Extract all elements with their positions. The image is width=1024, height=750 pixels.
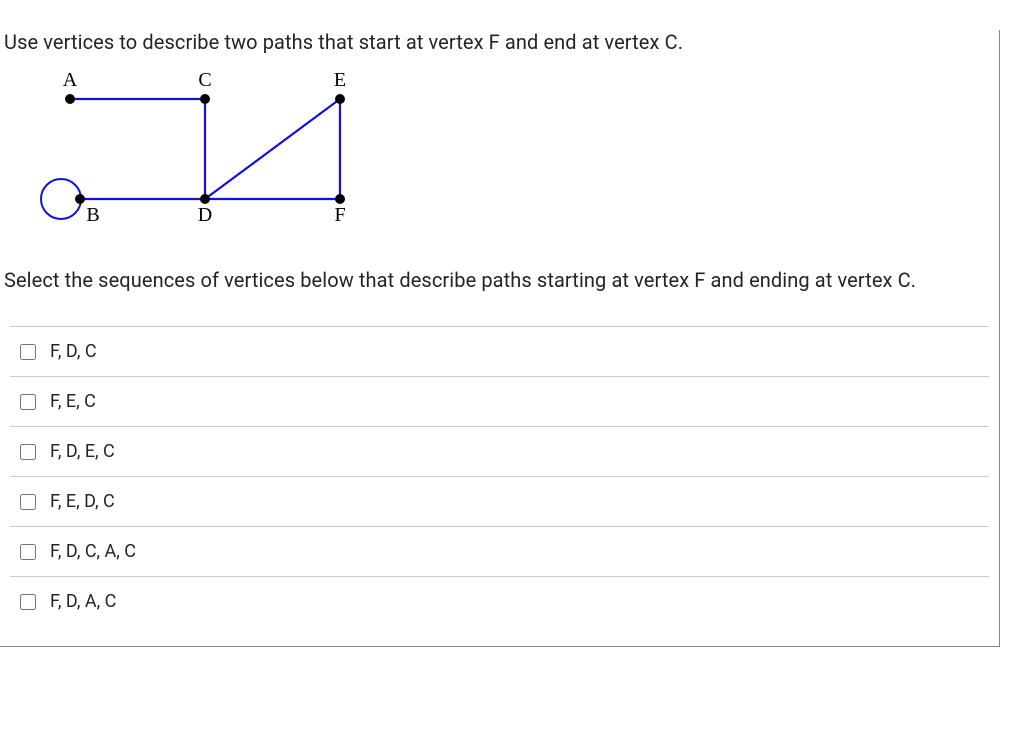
option-checkbox[interactable] <box>20 394 36 410</box>
vertex-label-b: B <box>83 204 103 227</box>
option-label[interactable]: F, D, C <box>50 341 97 362</box>
option-row[interactable]: F, D, C <box>10 326 989 376</box>
vertex-label-c: C <box>195 69 215 92</box>
option-label[interactable]: F, E, C <box>50 391 96 412</box>
option-checkbox[interactable] <box>20 344 36 360</box>
option-row[interactable]: F, E, C <box>10 376 989 426</box>
question-prompt: Use vertices to describe two paths that … <box>4 30 999 54</box>
question-instruction: Select the sequences of vertices below t… <box>4 264 999 296</box>
option-checkbox[interactable] <box>20 544 36 560</box>
option-row[interactable]: F, E, D, C <box>10 476 989 526</box>
option-label[interactable]: F, D, C, A, C <box>50 541 136 562</box>
vertex-label-e: E <box>330 69 350 92</box>
option-label[interactable]: F, D, E, C <box>50 441 115 462</box>
option-checkbox[interactable] <box>20 494 36 510</box>
vertex-dot-c <box>200 94 210 104</box>
vertex-dot-d <box>200 194 210 204</box>
vertex-dot-a <box>65 94 75 104</box>
option-row[interactable]: F, D, E, C <box>10 426 989 476</box>
options-list: F, D, C F, E, C F, D, E, C F, E, D, C F,… <box>10 326 989 626</box>
question-container: Use vertices to describe two paths that … <box>0 30 1000 647</box>
vertex-label-f: F <box>330 204 350 227</box>
vertex-dot-e <box>335 94 345 104</box>
option-row[interactable]: F, D, A, C <box>10 576 989 626</box>
vertex-label-d: D <box>195 204 215 227</box>
graph-diagram: A C E B D F <box>30 74 430 244</box>
option-row[interactable]: F, D, C, A, C <box>10 526 989 576</box>
option-checkbox[interactable] <box>20 444 36 460</box>
vertex-label-a: A <box>60 69 80 92</box>
vertex-dot-f <box>335 194 345 204</box>
vertex-dot-b <box>75 194 85 204</box>
option-checkbox[interactable] <box>20 594 36 610</box>
option-label[interactable]: F, D, A, C <box>50 591 116 612</box>
option-label[interactable]: F, E, D, C <box>50 491 115 512</box>
